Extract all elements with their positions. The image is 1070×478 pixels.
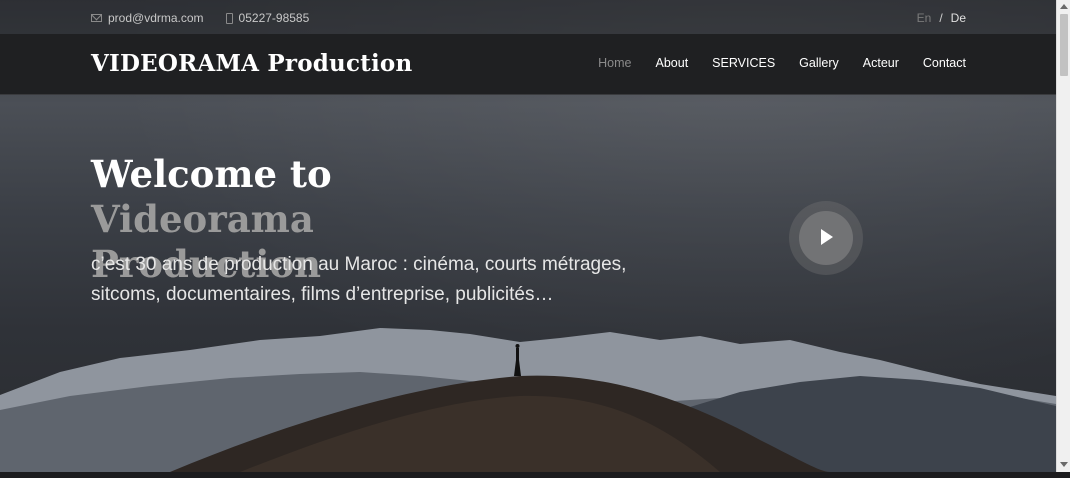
hero-subtitle: c’est 30 ans de production au Maroc : ci… bbox=[91, 254, 627, 305]
site-logo[interactable]: VIDEORAMA Production bbox=[91, 50, 412, 77]
lang-en-link[interactable]: En bbox=[917, 11, 932, 25]
main-menu: Home About SERVICES Gallery Acteur Conta… bbox=[598, 56, 966, 70]
nav-acteur[interactable]: Acteur bbox=[863, 56, 899, 70]
phone-text[interactable]: 05227-98585 bbox=[239, 11, 310, 25]
hero-title-white: Welcome to bbox=[91, 152, 332, 196]
play-video-button[interactable] bbox=[789, 201, 863, 275]
nav-gallery[interactable]: Gallery bbox=[799, 56, 839, 70]
topbar: prod@vdrma.com 05227-98585 En / De bbox=[0, 0, 1056, 34]
play-button-circle[interactable] bbox=[799, 211, 853, 265]
envelope-icon bbox=[91, 14, 102, 22]
bottom-strip bbox=[0, 472, 1070, 478]
page-viewport: prod@vdrma.com 05227-98585 En / De VIDEO… bbox=[0, 0, 1056, 472]
nav-about[interactable]: About bbox=[656, 56, 689, 70]
nav-services[interactable]: SERVICES bbox=[712, 56, 775, 70]
scroll-down-arrow-icon[interactable] bbox=[1060, 462, 1068, 467]
scroll-up-arrow-icon[interactable] bbox=[1060, 4, 1068, 9]
vertical-scrollbar[interactable] bbox=[1056, 0, 1070, 472]
phone-contact[interactable]: 05227-98585 bbox=[225, 11, 310, 25]
topbar-contact: prod@vdrma.com 05227-98585 bbox=[91, 11, 309, 25]
scrollbar-thumb[interactable] bbox=[1060, 14, 1068, 76]
nav-home[interactable]: Home bbox=[598, 56, 631, 70]
email-text[interactable]: prod@vdrma.com bbox=[108, 11, 204, 25]
language-switcher: En / De bbox=[917, 11, 966, 25]
main-navbar: VIDEORAMA Production Home About SERVICES… bbox=[0, 34, 1056, 95]
lang-de-link[interactable]: De bbox=[951, 11, 966, 25]
email-contact[interactable]: prod@vdrma.com bbox=[91, 11, 204, 25]
mountain-landscape-image bbox=[0, 328, 1056, 472]
lang-separator: / bbox=[939, 11, 943, 25]
nav-contact[interactable]: Contact bbox=[923, 56, 966, 70]
play-icon bbox=[821, 229, 833, 245]
phone-icon bbox=[225, 12, 233, 24]
